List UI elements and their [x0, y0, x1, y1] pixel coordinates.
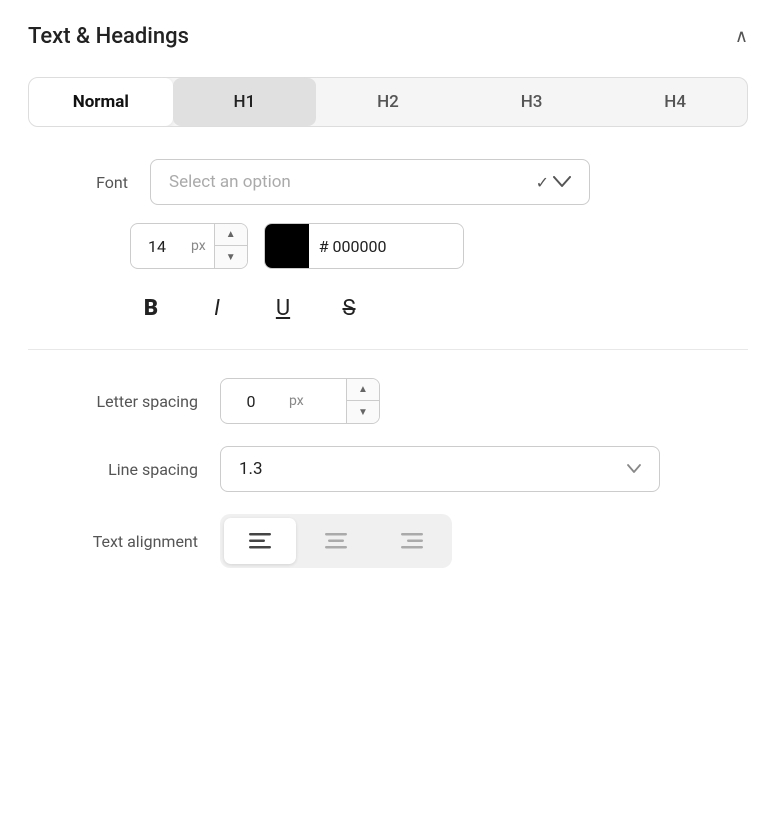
section-divider: [28, 349, 748, 350]
font-size-down-button[interactable]: ▼: [215, 246, 247, 268]
line-spacing-chevron-icon: [627, 461, 641, 477]
line-spacing-dropdown[interactable]: 1.3: [220, 446, 660, 492]
panel-header: Text & Headings ∧: [28, 24, 748, 49]
letter-spacing-spinners: ▲ ▼: [346, 379, 379, 423]
text-style-row: B I U S: [130, 287, 748, 329]
line-spacing-value: 1.3: [239, 459, 263, 479]
bottom-form: Letter spacing px ▲ ▼ Line spacing 1.3: [28, 378, 748, 590]
color-hex-input[interactable]: [309, 227, 464, 266]
italic-button[interactable]: I: [196, 287, 238, 329]
letter-spacing-row: Letter spacing px ▲ ▼: [48, 378, 728, 424]
font-section: Font Select an option ✓: [28, 159, 748, 223]
letter-spacing-input[interactable]: [221, 382, 281, 421]
text-headings-panel: Text & Headings ∧ Normal H1 H2 H3 H4 Fon…: [0, 0, 776, 622]
heading-tabs: Normal H1 H2 H3 H4: [28, 77, 748, 127]
tab-h2[interactable]: H2: [316, 78, 460, 126]
letter-spacing-input-group: px ▲ ▼: [220, 378, 380, 424]
font-label: Font: [48, 173, 128, 192]
align-center-button[interactable]: [300, 518, 372, 564]
tab-h3[interactable]: H3: [460, 78, 604, 126]
collapse-icon[interactable]: ∧: [735, 26, 748, 47]
letter-spacing-up-button[interactable]: ▲: [347, 379, 379, 401]
underline-button[interactable]: U: [262, 287, 304, 329]
font-dropdown-text: Select an option: [169, 172, 291, 192]
font-size-input-group: px ▲ ▼: [130, 223, 248, 269]
panel-title: Text & Headings: [28, 24, 189, 49]
font-dropdown[interactable]: Select an option ✓: [150, 159, 590, 205]
align-right-button[interactable]: [376, 518, 448, 564]
font-size-input[interactable]: [131, 227, 183, 266]
align-left-button[interactable]: [224, 518, 296, 564]
font-size-spinners: ▲ ▼: [214, 224, 247, 268]
tab-h4[interactable]: H4: [603, 78, 747, 126]
text-alignment-group: [220, 514, 452, 568]
color-picker-group: [264, 223, 464, 269]
bold-button[interactable]: B: [130, 287, 172, 329]
font-row: Font Select an option ✓: [48, 159, 748, 205]
chevron-down-icon: ✓: [536, 173, 571, 192]
tab-normal[interactable]: Normal: [29, 78, 173, 126]
tab-h1[interactable]: H1: [173, 78, 317, 126]
line-spacing-row: Line spacing 1.3: [48, 446, 728, 492]
size-color-row: px ▲ ▼: [130, 223, 748, 269]
line-spacing-label: Line spacing: [48, 460, 198, 479]
letter-spacing-down-button[interactable]: ▼: [347, 401, 379, 423]
letter-spacing-label: Letter spacing: [48, 392, 198, 411]
letter-spacing-unit: px: [281, 393, 312, 409]
strikethrough-button[interactable]: S: [328, 287, 370, 329]
color-swatch[interactable]: [265, 224, 309, 268]
font-size-unit: px: [183, 238, 214, 254]
text-alignment-row: Text alignment: [48, 514, 728, 568]
text-alignment-label: Text alignment: [48, 532, 198, 551]
font-size-up-button[interactable]: ▲: [215, 224, 247, 246]
